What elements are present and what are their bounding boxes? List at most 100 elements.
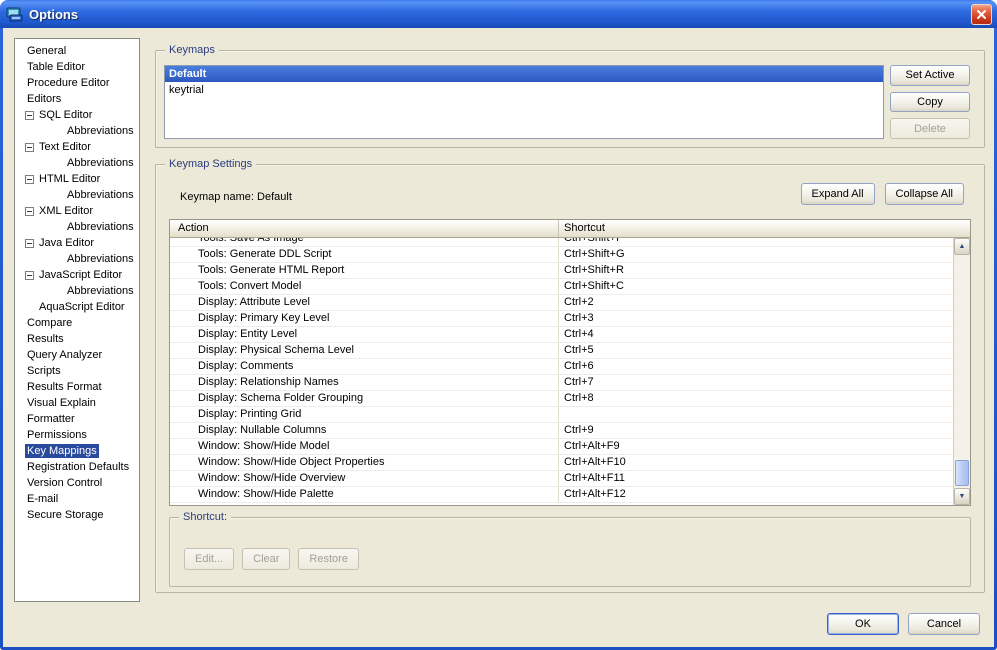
shortcut-cell: Ctrl+Shift+G — [559, 247, 953, 263]
column-header-shortcut[interactable]: Shortcut — [559, 220, 970, 237]
sidebar-item[interactable]: Abbreviations — [15, 187, 139, 203]
table-row[interactable]: Tools: Generate DDL Script Ctrl+Shift+G — [170, 247, 953, 263]
action-cell: Window: Show/Hide Object Properties — [170, 455, 559, 471]
shortcut-cell: Ctrl+7 — [559, 375, 953, 391]
table-row[interactable]: Window: Show/Hide Overview Ctrl+Alt+F11 — [170, 471, 953, 487]
action-cell: Display: Entity Level — [170, 327, 559, 343]
sidebar-item[interactable]: Visual Explain — [15, 395, 139, 411]
set-active-button[interactable]: Set Active — [890, 65, 970, 86]
sidebar-item-label: JavaScript Editor — [39, 269, 123, 281]
sidebar-item[interactable]: JavaScript Editor — [15, 267, 139, 283]
action-cell: Tools: Generate HTML Report — [170, 263, 559, 279]
action-cell: Tools: Convert Model — [170, 279, 559, 295]
sidebar-item[interactable]: E-mail — [15, 491, 139, 507]
table-row[interactable]: Tools: Convert Model Ctrl+Shift+C — [170, 279, 953, 295]
sidebar-item[interactable]: Abbreviations — [15, 219, 139, 235]
sidebar-item[interactable]: Editors — [15, 91, 139, 107]
sidebar-item[interactable]: HTML Editor — [15, 171, 139, 187]
restore-button[interactable]: Restore — [298, 548, 359, 570]
keymaps-group-title: Keymaps — [165, 43, 219, 57]
action-cell: Display: Comments — [170, 359, 559, 375]
table-row[interactable]: Display: Entity Level Ctrl+4 — [170, 327, 953, 343]
collapse-icon[interactable] — [25, 206, 34, 216]
sidebar-item-label: Version Control — [27, 477, 103, 489]
sidebar-item[interactable]: SQL Editor — [15, 107, 139, 123]
collapse-icon[interactable] — [25, 270, 34, 280]
sidebar-item[interactable]: Abbreviations — [15, 283, 139, 299]
action-cell: Window: Show/Hide Overview — [170, 471, 559, 487]
collapse-all-button[interactable]: Collapse All — [884, 183, 964, 205]
sidebar-item[interactable]: Compare — [15, 315, 139, 331]
keymap-settings-group: Keymap Settings Keymap name: Default Exp… — [155, 157, 985, 593]
shortcut-group-title: Shortcut: — [179, 510, 232, 524]
sidebar-item[interactable]: Permissions — [15, 427, 139, 443]
vertical-scrollbar[interactable]: ▲ ▼ — [953, 238, 970, 505]
edit-button[interactable]: Edit... — [184, 548, 235, 570]
window-title: Options — [29, 6, 79, 22]
table-row[interactable]: Display: Primary Key Level Ctrl+3 — [170, 311, 953, 327]
sidebar-item-label: Table Editor — [27, 61, 86, 73]
sidebar-item[interactable]: Abbreviations — [15, 155, 139, 171]
collapse-icon[interactable] — [25, 110, 34, 120]
sidebar-item[interactable]: Query Analyzer — [15, 347, 139, 363]
delete-button[interactable]: Delete — [890, 118, 970, 140]
action-cell: Display: Relationship Names — [170, 375, 559, 391]
table-row[interactable]: Tools: Generate HTML Report Ctrl+Shift+R — [170, 263, 953, 279]
scroll-down-button[interactable]: ▼ — [954, 488, 970, 505]
sidebar-item[interactable]: Registration Defaults — [15, 459, 139, 475]
shortcut-group: Shortcut: Edit... Clear Restore — [169, 510, 971, 587]
scroll-up-button[interactable]: ▲ — [954, 238, 970, 255]
table-row[interactable]: Display: Attribute Level Ctrl+2 — [170, 295, 953, 311]
action-cell: Display: Physical Schema Level — [170, 343, 559, 359]
sidebar-item[interactable]: Key Mappings — [15, 443, 139, 459]
table-row[interactable]: Window: Show/Hide Object Properties Ctrl… — [170, 455, 953, 471]
table-row[interactable]: Display: Printing Grid — [170, 407, 953, 423]
table-row[interactable]: Display: Relationship Names Ctrl+7 — [170, 375, 953, 391]
sidebar-item-label: Results Format — [27, 381, 102, 393]
table-row[interactable]: Tools: Save As Image Ctrl+Shift+I — [170, 238, 953, 247]
shortcuts-table: Action Shortcut Tools: Save As Image Ctr… — [169, 219, 971, 506]
close-button[interactable] — [971, 3, 992, 25]
sidebar-item[interactable]: Procedure Editor — [15, 75, 139, 91]
collapse-icon[interactable] — [25, 142, 34, 152]
sidebar-item[interactable]: Version Control — [15, 475, 139, 491]
clear-button[interactable]: Clear — [242, 548, 291, 570]
copy-button[interactable]: Copy — [890, 91, 970, 113]
sidebar-item[interactable]: Text Editor — [15, 139, 139, 155]
ok-button[interactable]: OK — [827, 613, 899, 635]
action-cell: Window: Show/Hide Palette — [170, 487, 559, 503]
table-row[interactable]: Display: Schema Folder Grouping Ctrl+8 — [170, 391, 953, 407]
table-row[interactable]: Display: Physical Schema Level Ctrl+5 — [170, 343, 953, 359]
sidebar-item[interactable]: Scripts — [15, 363, 139, 379]
cancel-button[interactable]: Cancel — [908, 613, 980, 635]
sidebar-item[interactable]: Java Editor — [15, 235, 139, 251]
shortcut-cell: Ctrl+5 — [559, 343, 953, 359]
collapse-icon[interactable] — [25, 238, 34, 248]
expand-all-button[interactable]: Expand All — [800, 183, 875, 205]
table-row[interactable]: Display: Comments Ctrl+6 — [170, 359, 953, 375]
keymap-list-item[interactable]: Default — [165, 66, 883, 82]
table-row[interactable]: Window: Show/Hide Palette Ctrl+Alt+F12 — [170, 487, 953, 503]
sidebar-item[interactable]: General — [15, 43, 139, 59]
sidebar-item[interactable]: AquaScript Editor — [15, 299, 139, 315]
sidebar-item[interactable]: Table Editor — [15, 59, 139, 75]
table-row[interactable]: Window: Show/Hide Model Ctrl+Alt+F9 — [170, 439, 953, 455]
sidebar-item[interactable]: Abbreviations — [15, 123, 139, 139]
sidebar-item-label: Abbreviations — [67, 125, 134, 137]
sidebar-item[interactable]: Results Format — [15, 379, 139, 395]
shortcut-cell: Ctrl+6 — [559, 359, 953, 375]
titlebar[interactable]: Options — [0, 0, 997, 28]
shortcut-cell: Ctrl+Shift+R — [559, 263, 953, 279]
sidebar-item[interactable]: Abbreviations — [15, 251, 139, 267]
sidebar-item-label: Abbreviations — [67, 285, 134, 297]
collapse-icon[interactable] — [25, 174, 34, 184]
sidebar-item[interactable]: Formatter — [15, 411, 139, 427]
scrollbar-thumb[interactable] — [955, 460, 969, 486]
keymap-list-item[interactable]: keytrial — [165, 82, 883, 98]
table-row[interactable]: Display: Nullable Columns Ctrl+9 — [170, 423, 953, 439]
sidebar-item[interactable]: Secure Storage — [15, 507, 139, 523]
sidebar-item[interactable]: XML Editor — [15, 203, 139, 219]
sidebar-item[interactable]: Results — [15, 331, 139, 347]
column-header-action[interactable]: Action — [170, 220, 559, 237]
keymap-actions: Set Active Copy Delete — [890, 65, 970, 140]
